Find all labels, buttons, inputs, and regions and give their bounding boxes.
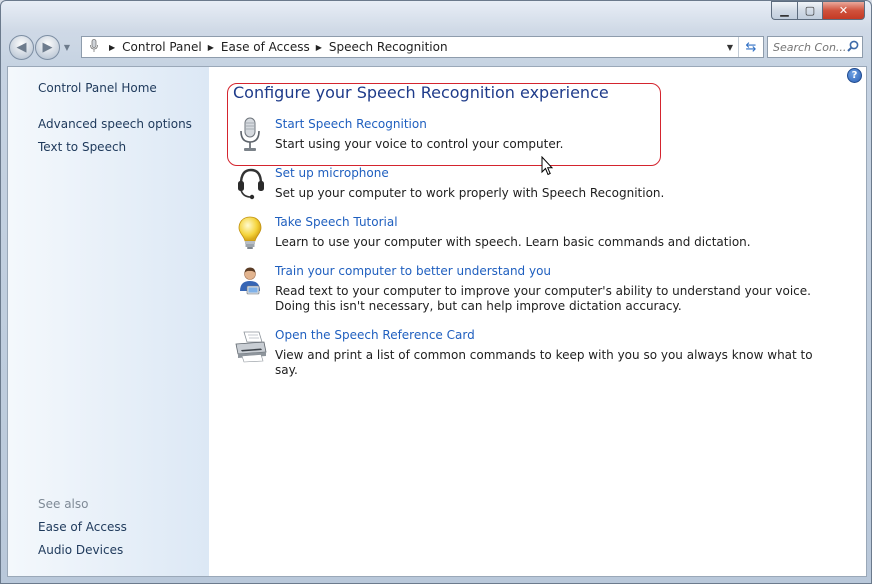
task-description: Start using your voice to control your c… — [275, 137, 564, 151]
breadcrumb-ease-of-access[interactable]: Ease of Access — [221, 40, 310, 54]
refresh-button[interactable]: ⇆ — [738, 37, 763, 57]
search-box[interactable] — [767, 36, 863, 58]
sidebar-audio-devices[interactable]: Audio Devices — [38, 543, 123, 557]
printer-icon — [233, 328, 269, 364]
address-dropdown-button[interactable]: ▼ — [723, 37, 737, 57]
window: ▁ ▢ ✕ ◀ ▶ ▼ ▶ Control Panel ▶ Ease of Ac… — [0, 0, 872, 584]
start-speech-recognition-link[interactable]: Start Speech Recognition — [275, 117, 427, 131]
forward-button[interactable]: ▶ — [35, 34, 60, 60]
maximize-button[interactable]: ▢ — [797, 1, 822, 20]
refresh-icon: ⇆ — [745, 39, 757, 55]
task-description: Read text to your computer to improve yo… — [275, 284, 811, 313]
caption-buttons: ▁ ▢ ✕ — [771, 1, 865, 20]
speech-reference-card-link[interactable]: Open the Speech Reference Card — [275, 328, 475, 342]
mouse-pointer-icon — [541, 155, 554, 179]
recent-pages-dropdown[interactable]: ▼ — [61, 43, 73, 52]
navigation-bar: ◀ ▶ ▼ ▶ Control Panel ▶ Ease of Access ▶… — [9, 33, 863, 61]
set-up-microphone-link[interactable]: Set up microphone — [275, 166, 389, 180]
help-icon[interactable]: ? — [847, 68, 862, 83]
search-input[interactable] — [773, 40, 845, 54]
back-arrow-icon: ◀ — [16, 39, 27, 55]
headset-icon — [233, 166, 269, 202]
close-button[interactable]: ✕ — [822, 1, 865, 20]
user-training-icon — [233, 264, 269, 300]
sidebar-advanced-speech-options[interactable]: Advanced speech options — [38, 117, 192, 131]
microphone-icon — [85, 38, 103, 56]
forward-arrow-icon: ▶ — [42, 39, 53, 55]
breadcrumb-separator-icon: ▶ — [109, 42, 116, 52]
chevron-down-icon: ▼ — [726, 42, 734, 52]
breadcrumb-separator-icon: ▶ — [315, 42, 322, 52]
take-speech-tutorial-link[interactable]: Take Speech Tutorial — [275, 215, 398, 229]
address-bar[interactable]: ▶ Control Panel ▶ Ease of Access ▶ Speec… — [81, 36, 764, 58]
breadcrumb-separator-icon: ▶ — [207, 42, 214, 52]
content-area: Control Panel Home Advanced speech optio… — [7, 66, 867, 577]
lightbulb-icon — [233, 215, 269, 251]
microphone-icon — [233, 117, 269, 153]
train-computer-link[interactable]: Train your computer to better understand… — [275, 264, 551, 278]
sidebar-text-to-speech[interactable]: Text to Speech — [38, 140, 126, 154]
task-description: View and print a list of common commands… — [275, 348, 813, 377]
see-also-heading: See also — [38, 497, 89, 511]
sidebar-control-panel-home[interactable]: Control Panel Home — [38, 81, 157, 95]
minimize-button[interactable]: ▁ — [771, 1, 797, 20]
breadcrumb-control-panel[interactable]: Control Panel — [122, 40, 202, 54]
sidebar-ease-of-access[interactable]: Ease of Access — [38, 520, 127, 534]
task-description: Learn to use your computer with speech. … — [275, 235, 751, 249]
back-button[interactable]: ◀ — [9, 34, 34, 60]
breadcrumb-speech-recognition[interactable]: Speech Recognition — [329, 40, 448, 54]
sidebar: Control Panel Home Advanced speech optio… — [8, 67, 209, 576]
task-description: Set up your computer to work properly wi… — [275, 186, 665, 200]
search-icon[interactable] — [847, 40, 859, 55]
main-panel: ? Configure your Speech Recognition expe… — [209, 67, 866, 576]
chevron-down-icon: ▼ — [63, 42, 71, 52]
page-title: Configure your Speech Recognition experi… — [233, 83, 609, 102]
